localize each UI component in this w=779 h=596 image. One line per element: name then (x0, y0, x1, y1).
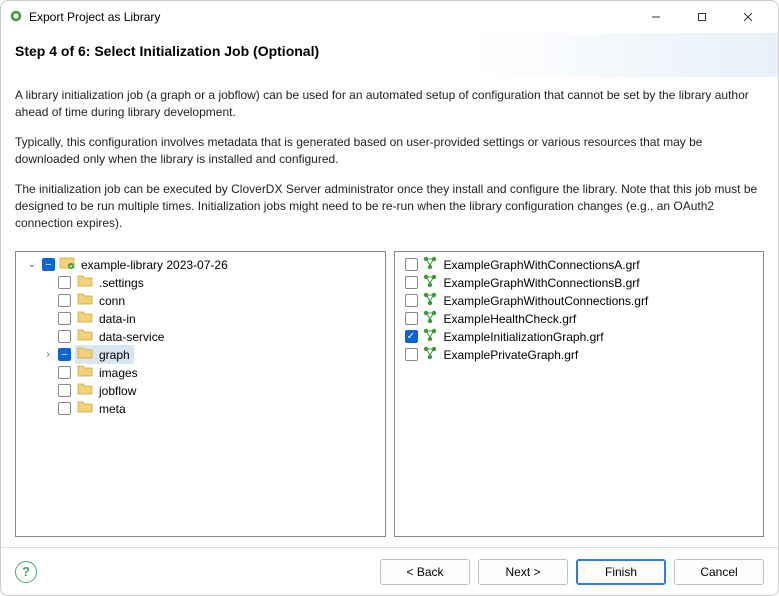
tree-item[interactable]: ›– graph (18, 346, 383, 364)
file-item[interactable]: ✓ ExampleInitializationGraph.grf (397, 328, 762, 346)
tree-item[interactable]: data-service (18, 328, 383, 346)
folder-icon (77, 381, 93, 400)
selection-panes: ⌄–example-library 2023-07-26.settingscon… (15, 251, 764, 537)
checkbox-indeterminate-icon[interactable]: – (42, 258, 55, 271)
wizard-header: Step 4 of 6: Select Initialization Job (… (1, 33, 778, 77)
project-icon (59, 255, 75, 274)
file-item-label: ExampleInitializationGraph.grf (442, 330, 606, 344)
window-title: Export Project as Library (29, 10, 628, 24)
back-button[interactable]: < Back (380, 559, 470, 585)
page-title: Step 4 of 6: Select Initialization Job (… (15, 43, 764, 59)
file-item[interactable]: ExampleGraphWithConnectionsA.grf (397, 256, 762, 274)
folder-tree-pane[interactable]: ⌄–example-library 2023-07-26.settingscon… (15, 251, 386, 537)
tree-item[interactable]: conn (18, 292, 383, 310)
description-paragraph: Typically, this configuration involves m… (15, 134, 764, 169)
checkbox-unchecked-icon[interactable] (58, 402, 71, 415)
description-paragraph: The initialization job can be executed b… (15, 181, 764, 233)
tree-item[interactable]: images (18, 364, 383, 382)
folder-icon (77, 309, 93, 328)
graph-file-icon (422, 273, 438, 292)
chevron-down-icon[interactable]: ⌄ (26, 259, 38, 270)
folder-icon (77, 273, 93, 292)
file-item[interactable]: ExamplePrivateGraph.grf (397, 346, 762, 364)
description-text: A library initialization job (a graph or… (15, 87, 764, 245)
checkbox-unchecked-icon[interactable] (405, 258, 418, 271)
checkbox-unchecked-icon[interactable] (58, 366, 71, 379)
graph-file-icon (422, 309, 438, 328)
checkbox-unchecked-icon[interactable] (58, 330, 71, 343)
maximize-button[interactable] (680, 3, 724, 31)
folder-icon (77, 291, 93, 310)
tree-root-label: example-library 2023-07-26 (79, 258, 230, 272)
file-item-label: ExampleGraphWithConnectionsB.grf (442, 276, 642, 290)
file-item[interactable]: ExampleGraphWithConnectionsB.grf (397, 274, 762, 292)
tree-root[interactable]: ⌄– example-library 2023-07-26 (18, 256, 383, 274)
chevron-right-icon[interactable]: › (42, 349, 54, 360)
app-icon (9, 9, 23, 26)
graph-file-icon (422, 291, 438, 310)
checkbox-unchecked-icon[interactable] (405, 312, 418, 325)
wizard-footer: ? < Back Next > Finish Cancel (1, 547, 778, 595)
tree-item-label: data-in (97, 312, 138, 326)
checkbox-unchecked-icon[interactable] (58, 312, 71, 325)
finish-button[interactable]: Finish (576, 559, 666, 585)
checkbox-unchecked-icon[interactable] (405, 294, 418, 307)
minimize-button[interactable] (634, 3, 678, 31)
tree-item-label: jobflow (97, 384, 138, 398)
file-item-label: ExamplePrivateGraph.grf (442, 348, 581, 362)
wizard-body: A library initialization job (a graph or… (1, 77, 778, 547)
titlebar: Export Project as Library (1, 1, 778, 33)
checkbox-unchecked-icon[interactable] (405, 276, 418, 289)
tree-item[interactable]: jobflow (18, 382, 383, 400)
file-item[interactable]: ExampleHealthCheck.grf (397, 310, 762, 328)
help-icon[interactable]: ? (15, 561, 37, 583)
tree-item-label: images (97, 366, 140, 380)
folder-icon (77, 399, 93, 418)
checkbox-unchecked-icon[interactable] (58, 384, 71, 397)
checkbox-checked-icon[interactable]: ✓ (405, 330, 418, 343)
folder-icon (77, 327, 93, 346)
tree-item-label: data-service (97, 330, 166, 344)
close-button[interactable] (726, 3, 770, 31)
window-controls (634, 3, 770, 31)
checkbox-indeterminate-icon[interactable]: – (58, 348, 71, 361)
tree-item-label: .settings (97, 276, 146, 290)
tree-item[interactable]: .settings (18, 274, 383, 292)
folder-icon (77, 345, 93, 364)
next-button[interactable]: Next > (478, 559, 568, 585)
description-paragraph: A library initialization job (a graph or… (15, 87, 764, 122)
checkbox-unchecked-icon[interactable] (58, 294, 71, 307)
checkbox-unchecked-icon[interactable] (405, 348, 418, 361)
checkbox-unchecked-icon[interactable] (58, 276, 71, 289)
file-item-label: ExampleHealthCheck.grf (442, 312, 579, 326)
file-item-label: ExampleGraphWithConnectionsA.grf (442, 258, 642, 272)
file-item[interactable]: ExampleGraphWithoutConnections.grf (397, 292, 762, 310)
graph-file-icon (422, 345, 438, 364)
graph-file-icon (422, 255, 438, 274)
cancel-button[interactable]: Cancel (674, 559, 764, 585)
tree-item-label: conn (97, 294, 127, 308)
file-list-pane[interactable]: ExampleGraphWithConnectionsA.grf ExampleG… (394, 251, 765, 537)
tree-item-label: graph (97, 348, 132, 362)
tree-item[interactable]: data-in (18, 310, 383, 328)
file-item-label: ExampleGraphWithoutConnections.grf (442, 294, 651, 308)
tree-item-label: meta (97, 402, 128, 416)
tree-item[interactable]: meta (18, 400, 383, 418)
graph-file-icon (422, 327, 438, 346)
folder-icon (77, 363, 93, 382)
